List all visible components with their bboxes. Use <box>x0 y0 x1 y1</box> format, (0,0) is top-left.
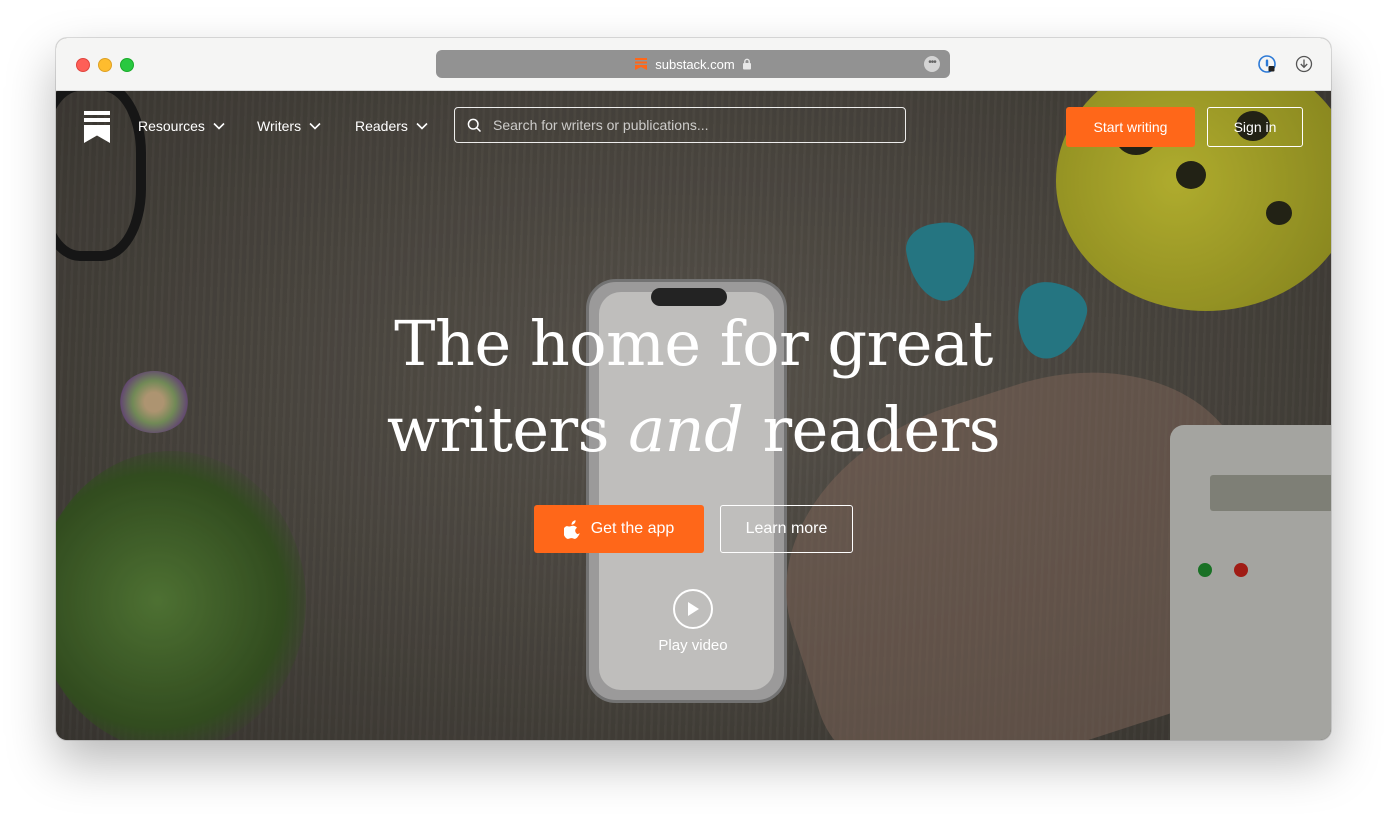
apple-icon <box>563 520 580 539</box>
password-manager-icon[interactable] <box>1257 54 1277 74</box>
hero-title-line2-end: readers <box>743 393 1001 466</box>
hero-cta-row: Get the app Learn more <box>534 505 853 553</box>
play-icon <box>688 602 699 616</box>
top-navigation: Resources Writers Readers Start writing … <box>56 91 1331 163</box>
hero-title-line1: The home for great <box>394 307 993 380</box>
close-window-button[interactable] <box>76 58 90 72</box>
nav-writers-menu[interactable]: Writers <box>257 118 321 134</box>
chevron-down-icon <box>213 122 225 130</box>
browser-toolbar: substack.com ••• <box>56 38 1331 91</box>
play-circle <box>673 589 713 629</box>
minimize-window-button[interactable] <box>98 58 112 72</box>
url-text: substack.com <box>655 56 735 72</box>
play-video-label: Play video <box>658 637 728 654</box>
sign-in-button[interactable]: Sign in <box>1207 107 1303 147</box>
page-viewport: Resources Writers Readers Start writing … <box>56 91 1331 740</box>
chevron-down-icon <box>309 122 321 130</box>
substack-logo-icon[interactable] <box>84 111 110 143</box>
hero-title-line2-start: writers <box>386 393 629 466</box>
hero-title: The home for great writers and readers <box>56 301 1331 473</box>
chevron-down-icon <box>416 122 428 130</box>
start-writing-button[interactable]: Start writing <box>1066 107 1195 147</box>
zoom-window-button[interactable] <box>120 58 134 72</box>
get-the-app-label: Get the app <box>590 520 675 537</box>
learn-more-button[interactable]: Learn more <box>720 505 853 553</box>
search-input[interactable] <box>491 116 895 134</box>
download-icon[interactable] <box>1294 54 1314 74</box>
nav-resources-menu[interactable]: Resources <box>138 118 225 134</box>
nav-readers-label: Readers <box>355 118 408 134</box>
search-box[interactable] <box>454 107 906 143</box>
hero-title-line2-emphasis: and <box>628 393 744 466</box>
get-the-app-button[interactable]: Get the app <box>534 505 704 553</box>
lock-icon <box>742 58 751 70</box>
search-icon <box>467 118 482 132</box>
address-bar[interactable]: substack.com ••• <box>436 50 950 78</box>
nav-writers-label: Writers <box>257 118 302 134</box>
play-video-button[interactable]: Play video <box>652 589 734 654</box>
browser-window: substack.com ••• Resources Writers Reade… <box>56 38 1331 740</box>
substack-favicon-icon <box>635 58 648 70</box>
nav-resources-label: Resources <box>138 118 205 134</box>
nav-readers-menu[interactable]: Readers <box>355 118 428 134</box>
window-controls <box>76 58 134 72</box>
ellipsis-icon[interactable]: ••• <box>924 56 940 72</box>
